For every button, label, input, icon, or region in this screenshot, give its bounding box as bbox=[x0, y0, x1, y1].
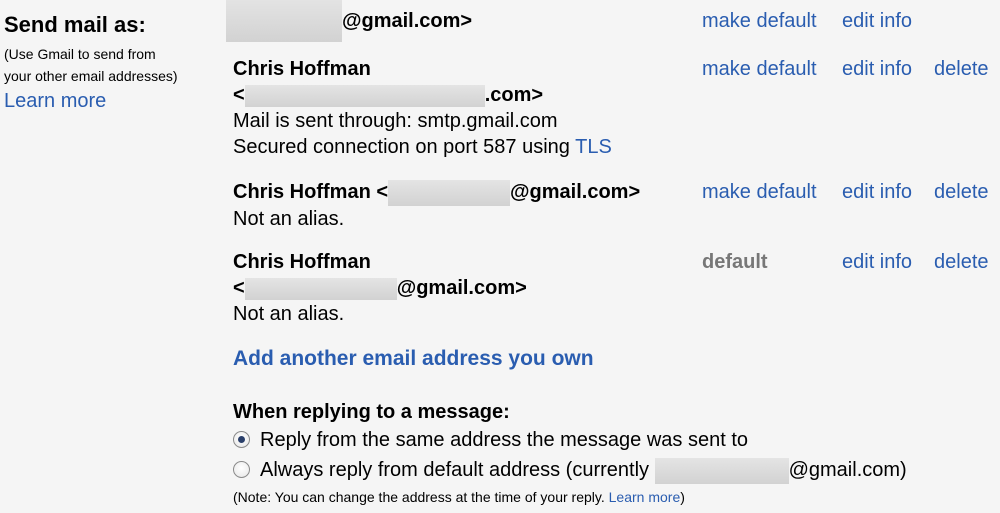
entry-address-line: < @gmail.com> bbox=[233, 275, 693, 301]
delete-link[interactable]: delete bbox=[934, 56, 989, 82]
reply-option-default-address-suffix: @gmail.com) bbox=[788, 459, 907, 481]
reply-option-default-address[interactable]: Always reply from default address (curre… bbox=[233, 455, 1000, 485]
delete-link[interactable]: delete bbox=[934, 179, 989, 205]
add-email-address-link[interactable]: Add another email address you own bbox=[233, 346, 594, 372]
delete-link[interactable]: delete bbox=[934, 249, 989, 275]
radio-reply-default-address[interactable] bbox=[233, 461, 250, 478]
section-note-line2: your other email addresses) bbox=[4, 68, 178, 84]
section-note: (Use Gmail to send from your other email… bbox=[4, 42, 224, 88]
make-default-link[interactable]: make default bbox=[702, 179, 817, 205]
entry-address: Chris Hoffman < @gmail.com> Not an alias. bbox=[233, 249, 693, 327]
reply-options-title: When replying to a message: bbox=[233, 401, 510, 423]
entry-name: Chris Hoffman bbox=[233, 58, 371, 80]
entry-address-suffix: .com> bbox=[484, 84, 544, 106]
make-default-link[interactable]: make default bbox=[702, 8, 817, 34]
entry-address-suffix: @gmail.com> bbox=[342, 10, 473, 32]
reply-option-default-address-label: Always reply from default address (curre… bbox=[260, 459, 655, 481]
entry-address-prefix: < bbox=[233, 84, 245, 106]
entry-address-prefix: < bbox=[370, 181, 389, 203]
entry-address: @gmail.com> bbox=[226, 0, 693, 42]
entry-address: Chris Hoffman < @gmail.com> Not an alias. bbox=[233, 179, 693, 232]
redacted-email bbox=[654, 457, 789, 484]
section-title: Send mail as: bbox=[4, 12, 146, 37]
reply-learn-more-link[interactable]: Learn more bbox=[609, 489, 681, 505]
entry-name: Chris Hoffman bbox=[233, 181, 371, 203]
redacted-email bbox=[244, 84, 485, 107]
edit-info-link[interactable]: edit info bbox=[842, 249, 912, 275]
section-note-line1: (Use Gmail to send from bbox=[4, 46, 156, 62]
entry-address-line: < .com> bbox=[233, 82, 693, 108]
edit-info-link[interactable]: edit info bbox=[842, 8, 912, 34]
redacted-email bbox=[244, 277, 397, 300]
entry-detail-smtp: Mail is sent through: smtp.gmail.com bbox=[233, 110, 558, 132]
entry-address: Chris Hoffman < .com> Mail is sent throug… bbox=[233, 56, 693, 160]
send-mail-as-settings: Send mail as: (Use Gmail to send from yo… bbox=[0, 0, 1000, 513]
learn-more-link[interactable]: Learn more bbox=[4, 90, 106, 112]
default-label: default bbox=[702, 251, 768, 273]
radio-reply-same-address[interactable] bbox=[233, 431, 250, 448]
reply-note-close: ) bbox=[680, 489, 685, 505]
entry-address-suffix: @gmail.com> bbox=[396, 277, 527, 299]
edit-info-link[interactable]: edit info bbox=[842, 56, 912, 82]
reply-note: (Note: You can change the address at the… bbox=[233, 487, 1000, 507]
reply-option-same-address[interactable]: Reply from the same address the message … bbox=[233, 425, 1000, 455]
entry-address-prefix: < bbox=[233, 277, 245, 299]
reply-option-same-address-label: Reply from the same address the message … bbox=[260, 429, 749, 451]
entry-detail-security-text: Secured connection on port 587 using bbox=[233, 136, 576, 158]
entry-detail-alias: Not an alias. bbox=[233, 303, 345, 325]
reply-note-text: (Note: You can change the address at the… bbox=[233, 489, 609, 505]
tls-link[interactable]: TLS bbox=[575, 136, 612, 158]
edit-info-link[interactable]: edit info bbox=[842, 179, 912, 205]
entry-address-line: Chris Hoffman < @gmail.com> bbox=[233, 179, 693, 206]
redacted-email bbox=[226, 0, 342, 42]
entry-address-suffix: @gmail.com> bbox=[510, 181, 641, 203]
reply-options: When replying to a message: Reply from t… bbox=[233, 399, 1000, 507]
make-default-link[interactable]: make default bbox=[702, 56, 817, 82]
entry-detail-alias: Not an alias. bbox=[233, 207, 345, 230]
send-mail-as-sidebar: Send mail as: (Use Gmail to send from yo… bbox=[4, 12, 224, 114]
entry-name: Chris Hoffman bbox=[233, 251, 371, 273]
redacted-email bbox=[388, 179, 511, 206]
entry-detail-security: Secured connection on port 587 using TLS bbox=[233, 134, 693, 160]
